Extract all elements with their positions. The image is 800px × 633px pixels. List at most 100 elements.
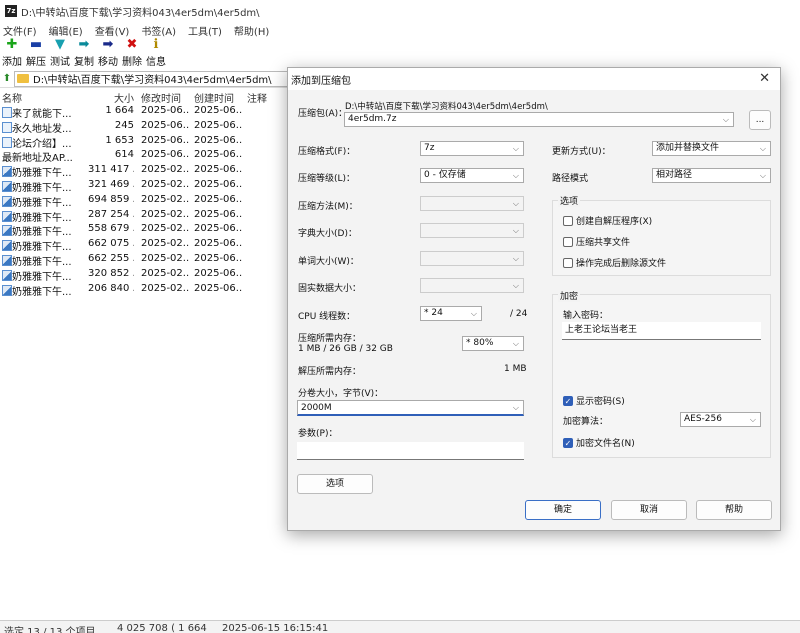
cancel-button[interactable]: 取消 bbox=[611, 500, 687, 520]
toolbar-minus-button[interactable]: ▬ 解压 bbox=[24, 38, 48, 69]
encrypt-names-checkbox[interactable]: ✓ 加密文件名(N) bbox=[563, 436, 635, 449]
file-created: 2025-06... bbox=[194, 282, 242, 294]
chevron-down-icon: ⌵ bbox=[512, 339, 519, 348]
ok-button[interactable]: 确定 bbox=[525, 500, 601, 520]
column-comment[interactable]: 注释 bbox=[247, 90, 267, 105]
toolbar-plus-button[interactable]: ✚ 添加 bbox=[0, 38, 24, 69]
up-folder-icon[interactable]: ⬆ bbox=[0, 73, 14, 84]
close-icon[interactable]: ✕ bbox=[759, 71, 770, 86]
pathmode-select[interactable]: 相对路径 ⌵ bbox=[652, 168, 771, 183]
split-combo[interactable]: 2000M ⌵ bbox=[297, 400, 524, 416]
format-label: 压缩格式(F)： bbox=[298, 147, 356, 157]
file-row[interactable]: 骚奶雅雅下午... 662 255 ... 2025-02... 2025-06... bbox=[0, 253, 290, 268]
chevron-down-icon: ⌵ bbox=[470, 309, 477, 318]
shared-checkbox[interactable]: 压缩共享文件 bbox=[563, 235, 630, 248]
column-created[interactable]: 创建时间 bbox=[194, 90, 242, 105]
menu-bookmarks[interactable]: 书签(A) bbox=[141, 23, 176, 38]
file-name: 骚奶雅雅下午... bbox=[2, 238, 86, 253]
password-input[interactable]: 上老王论坛当老王 bbox=[562, 322, 761, 340]
toolbar-check-button[interactable]: ▼ 测试 bbox=[48, 38, 72, 69]
browse-button[interactable]: ... bbox=[749, 110, 771, 130]
file-row[interactable]: 骚奶雅雅下午... 311 417 ... 2025-02... 2025-06... bbox=[0, 164, 290, 179]
file-name: 【来了就能下... bbox=[2, 105, 86, 120]
add-to-archive-dialog: 添加到压缩包 ✕ 压缩包(A)： D:\中转站\百度下载\学习资料043\4er… bbox=[287, 67, 781, 531]
column-name[interactable]: 名称 bbox=[2, 90, 86, 105]
format-select[interactable]: 7z ⌵ bbox=[420, 141, 524, 156]
file-name: 最新地址及AP... bbox=[2, 149, 86, 164]
chevron-down-icon: ⌵ bbox=[512, 171, 519, 180]
delete-after-checkbox[interactable]: 操作完成后删除源文件 bbox=[563, 256, 666, 269]
delete-icon: ✖ bbox=[126, 37, 138, 52]
window-title: D:\中转站\百度下载\学习资料043\4er5dm\4er5dm\ bbox=[21, 7, 260, 19]
archive-label: 压缩包(A)： bbox=[298, 109, 348, 119]
file-row[interactable]: 骚奶雅雅下午... 321 469 ... 2025-02... 2025-06... bbox=[0, 179, 290, 194]
file-modified: 2025-02... bbox=[141, 223, 189, 235]
toolbar-label: 复制 bbox=[74, 57, 94, 68]
enc-method-select[interactable]: AES-256 ⌵ bbox=[680, 412, 761, 427]
file-size: 206 840 ... bbox=[88, 282, 134, 294]
update-label: 更新方式(U)： bbox=[552, 147, 611, 157]
file-row[interactable]: 【论坛介绍】... 1 653 2025-06... 2025-06... bbox=[0, 135, 290, 150]
file-name: 骚奶雅雅下午... bbox=[2, 194, 86, 209]
menu-bar: 文件(F) 编辑(E) 查看(V) 书签(A) 工具(T) 帮助(H) bbox=[0, 22, 281, 38]
menu-tools[interactable]: 工具(T) bbox=[188, 23, 222, 38]
address-field[interactable]: D:\中转站\百度下载\学习资料043\4er5dm\4er5dm\ bbox=[14, 70, 290, 87]
file-row[interactable]: 骚奶雅雅下午... 694 859 ... 2025-02... 2025-06... bbox=[0, 194, 290, 209]
solid-label: 固实数据大小： bbox=[298, 284, 362, 294]
method-label: 压缩方法(M)： bbox=[298, 202, 358, 212]
decomp-value: 1 MB bbox=[504, 364, 527, 374]
menu-edit[interactable]: 编辑(E) bbox=[49, 23, 83, 38]
file-row[interactable]: 最新地址及AP... 614 2025-06... 2025-06... bbox=[0, 149, 290, 164]
help-button[interactable]: 帮助 bbox=[696, 500, 772, 520]
file-row[interactable]: 骚奶雅雅下午... 206 840 ... 2025-02... 2025-06... bbox=[0, 283, 290, 298]
file-row[interactable]: 骚奶雅雅下午... 320 852 ... 2025-02... 2025-06... bbox=[0, 268, 290, 283]
update-select[interactable]: 添加并替换文件 ⌵ bbox=[652, 141, 771, 156]
file-row[interactable]: 【来了就能下... 1 664 2025-06... 2025-06... bbox=[0, 105, 290, 120]
show-password-checkbox[interactable]: ✓ 显示密码(S) bbox=[563, 394, 625, 407]
archive-name-combo[interactable]: 4er5dm.7z ⌵ bbox=[344, 112, 734, 127]
toolbar-label: 测试 bbox=[50, 57, 70, 68]
file-list: 【来了就能下... 1 664 2025-06... 2025-06... 【永久地址发… bbox=[0, 105, 290, 298]
mem-select[interactable]: * 80% ⌵ bbox=[462, 336, 524, 351]
options-button[interactable]: 选项 bbox=[297, 474, 373, 494]
address-text: D:\中转站\百度下载\学习资料043\4er5dm\4er5dm\ bbox=[33, 75, 272, 86]
file-name: 【永久地址发... bbox=[2, 120, 86, 135]
file-modified: 2025-02... bbox=[141, 208, 189, 220]
column-modified[interactable]: 修改时间 bbox=[141, 90, 189, 105]
file-name-text: 骚奶雅雅下午... bbox=[2, 182, 72, 194]
file-row[interactable]: 【永久地址发... 245 2025-06... 2025-06... bbox=[0, 120, 290, 135]
sfx-checkbox[interactable]: 创建自解压程序(X) bbox=[563, 214, 652, 227]
menu-view[interactable]: 查看(V) bbox=[95, 23, 130, 38]
cpu-select[interactable]: * 24 ⌵ bbox=[420, 306, 482, 321]
file-size: 1 653 bbox=[105, 134, 134, 146]
chevron-down-icon: ⌵ bbox=[512, 254, 519, 263]
params-input[interactable] bbox=[297, 442, 524, 460]
file-created: 2025-06... bbox=[194, 164, 242, 176]
archive-name-value: 4er5dm.7z bbox=[348, 114, 397, 124]
file-modified: 2025-02... bbox=[141, 178, 189, 190]
file-row[interactable]: 骚奶雅雅下午... 662 075 ... 2025-02... 2025-06... bbox=[0, 238, 290, 253]
file-created: 2025-06... bbox=[194, 134, 242, 146]
folder-icon bbox=[17, 74, 29, 83]
toolbar-delete-button[interactable]: ✖ 删除 bbox=[120, 37, 144, 69]
dict-select: ⌵ bbox=[420, 223, 524, 238]
level-select[interactable]: 0 - 仅存储 ⌵ bbox=[420, 168, 524, 183]
column-size[interactable]: 大小 bbox=[88, 90, 134, 105]
file-name: 骚奶雅雅下午... bbox=[2, 209, 86, 224]
file-modified: 2025-02... bbox=[141, 282, 189, 294]
file-size: 694 859 ... bbox=[88, 193, 134, 205]
level-label: 压缩等级(L)： bbox=[298, 174, 356, 184]
file-name-text: 骚奶雅雅下午... bbox=[2, 197, 72, 209]
dialog-title-bar: 添加到压缩包 ✕ bbox=[288, 68, 780, 90]
params-label: 参数(P)： bbox=[298, 429, 338, 439]
file-created: 2025-06... bbox=[194, 223, 242, 235]
menu-file[interactable]: 文件(F) bbox=[3, 23, 37, 38]
file-row[interactable]: 骚奶雅雅下午... 287 254 ... 2025-02... 2025-06... bbox=[0, 209, 290, 224]
file-row[interactable]: 骚奶雅雅下午... 558 679 ... 2025-02... 2025-06... bbox=[0, 223, 290, 238]
toolbar-info-button[interactable]: ℹ 信息 bbox=[144, 38, 168, 69]
toolbar-copy-arrow-button[interactable]: ➡ 复制 bbox=[72, 38, 96, 69]
menu-help[interactable]: 帮助(H) bbox=[234, 23, 269, 38]
pathmode-label: 路径模式 bbox=[552, 174, 589, 184]
status-date: 2025-06-15 16:15:41 bbox=[222, 623, 329, 633]
toolbar-move-arrow-button[interactable]: ➡ 移动 bbox=[96, 38, 120, 69]
